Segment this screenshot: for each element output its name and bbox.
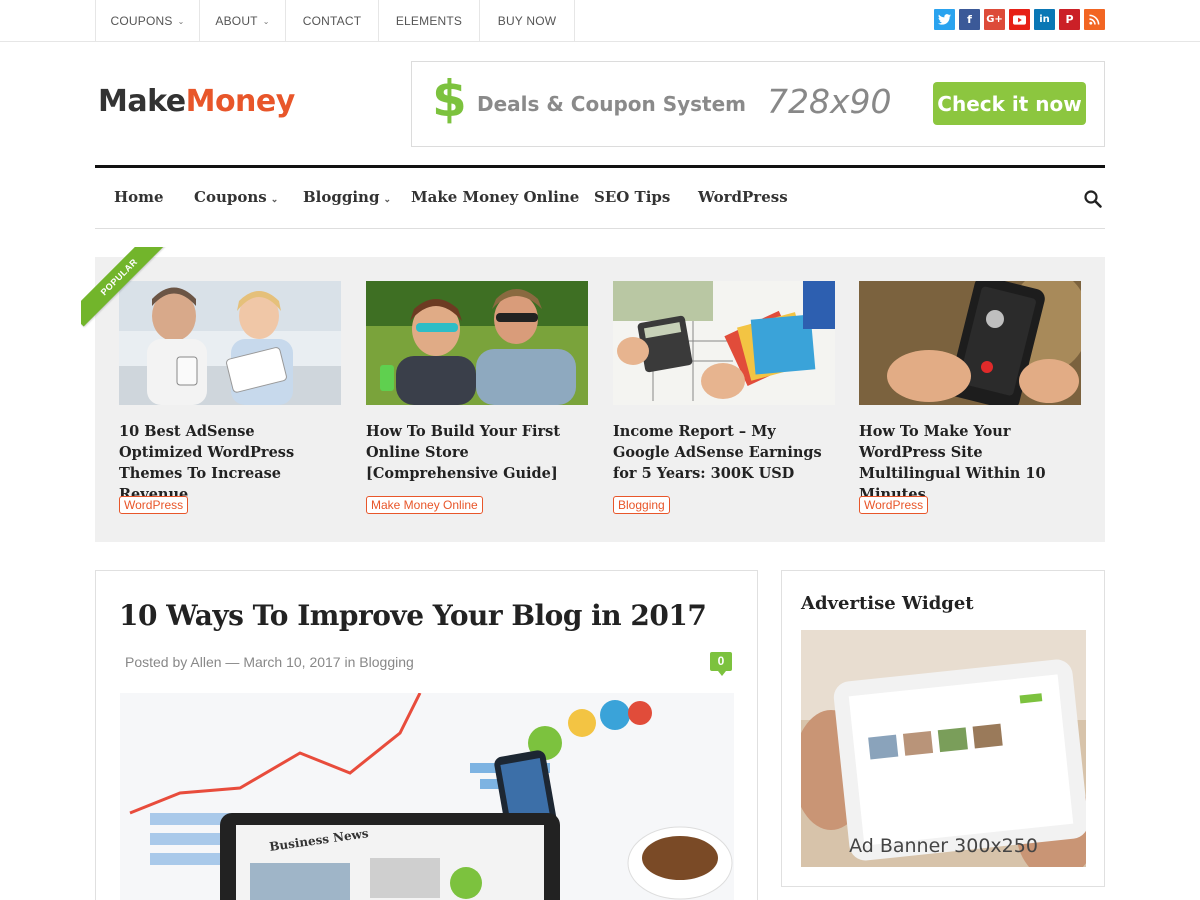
post-category[interactable]: Blogging (359, 654, 414, 670)
site-logo[interactable]: MakeMoney (98, 84, 295, 119)
category-tag[interactable]: Blogging (613, 496, 670, 514)
nav-seo-tips[interactable]: SEO Tips (594, 188, 670, 206)
post-card: 10 Ways To Improve Your Blog in 2017 Pos… (95, 570, 758, 900)
dollar-icon: $ (432, 70, 467, 128)
nav-wordpress[interactable]: WordPress (698, 188, 788, 206)
nav-make-money-online[interactable]: Make Money Online (411, 188, 579, 206)
header-ad-banner[interactable]: $ Deals & Coupon System 728x90 Check it … (411, 61, 1105, 147)
linkedin-icon[interactable]: in (1034, 9, 1055, 30)
post-author[interactable]: Allen (190, 654, 221, 670)
category-tag[interactable]: WordPress (859, 496, 929, 514)
youtube-icon[interactable] (1009, 9, 1030, 30)
featured-post: How To Make Your WordPress Site Multilin… (859, 281, 1081, 505)
featured-post: How To Build Your First Online Store [Co… (366, 281, 588, 484)
chevron-down-icon: ⌄ (262, 16, 270, 26)
chevron-down-icon: ⌄ (177, 16, 185, 26)
nav-home[interactable]: Home (114, 188, 164, 206)
pinterest-icon[interactable]: P (1059, 9, 1080, 30)
popular-ribbon: POPULAR (81, 247, 169, 335)
advertise-widget: Advertise Widget Ad Banner 300x250 (781, 570, 1105, 887)
search-icon[interactable] (1083, 189, 1103, 209)
featured-post-title[interactable]: How To Build Your First Online Store [Co… (366, 421, 588, 484)
featured-post-title[interactable]: Income Report – My Google AdSense Earnin… (613, 421, 835, 484)
featured-posts: POPULAR 10 Best AdSense Optimized WordPr… (81, 247, 1105, 542)
ad-text: Deals & Coupon System (477, 92, 747, 116)
social-links: f G+ in P (934, 9, 1105, 30)
top-nav: COUPONS ⌄ ABOUT ⌄ CONTACT ELEMENTS BUY NOW (95, 0, 575, 42)
post-meta: Posted by Allen — March 10, 2017 in Blog… (125, 654, 414, 670)
post-date: March 10, 2017 (243, 654, 341, 670)
post-featured-image[interactable]: Business News (120, 693, 734, 900)
featured-post-image[interactable] (366, 281, 588, 405)
featured-post-title[interactable]: 10 Best AdSense Optimized WordPress Them… (119, 421, 341, 505)
check-it-now-button[interactable]: Check it now (933, 82, 1086, 125)
featured-post-image[interactable] (613, 281, 835, 405)
featured-post-title[interactable]: How To Make Your WordPress Site Multilin… (859, 421, 1081, 505)
nav-blogging[interactable]: Blogging ⌄ (303, 188, 391, 206)
category-tag[interactable]: Make Money Online (366, 496, 483, 514)
ad-size: 728x90 (767, 82, 892, 121)
comment-count-badge[interactable]: 0 (710, 652, 732, 676)
category-tag[interactable]: WordPress (119, 496, 189, 514)
twitter-icon[interactable] (934, 9, 955, 30)
ad-banner-label: Ad Banner 300x250 (849, 835, 1038, 857)
widget-title: Advertise Widget (801, 593, 974, 614)
top-nav-buy-now[interactable]: BUY NOW (480, 0, 575, 42)
facebook-icon[interactable]: f (959, 9, 980, 30)
sidebar-ad-banner[interactable]: Ad Banner 300x250 (801, 630, 1086, 867)
featured-post-image[interactable] (859, 281, 1081, 405)
top-nav-about[interactable]: ABOUT ⌄ (200, 0, 286, 42)
chevron-down-icon: ⌄ (383, 195, 391, 205)
nav-coupons[interactable]: Coupons ⌄ (194, 188, 278, 206)
rss-icon[interactable] (1084, 9, 1105, 30)
google-plus-icon[interactable]: G+ (984, 9, 1005, 30)
main-nav: Home Coupons ⌄ Blogging ⌄ Make Money Onlin… (95, 165, 1105, 229)
post-title[interactable]: 10 Ways To Improve Your Blog in 2017 (119, 599, 707, 632)
top-nav-coupons[interactable]: COUPONS ⌄ (96, 0, 200, 42)
chevron-down-icon: ⌄ (270, 195, 279, 205)
top-nav-elements[interactable]: ELEMENTS (379, 0, 480, 42)
featured-post: Income Report – My Google AdSense Earnin… (613, 281, 835, 484)
top-bar: COUPONS ⌄ ABOUT ⌄ CONTACT ELEMENTS BUY NOW… (0, 0, 1200, 42)
top-nav-contact[interactable]: CONTACT (286, 0, 379, 42)
